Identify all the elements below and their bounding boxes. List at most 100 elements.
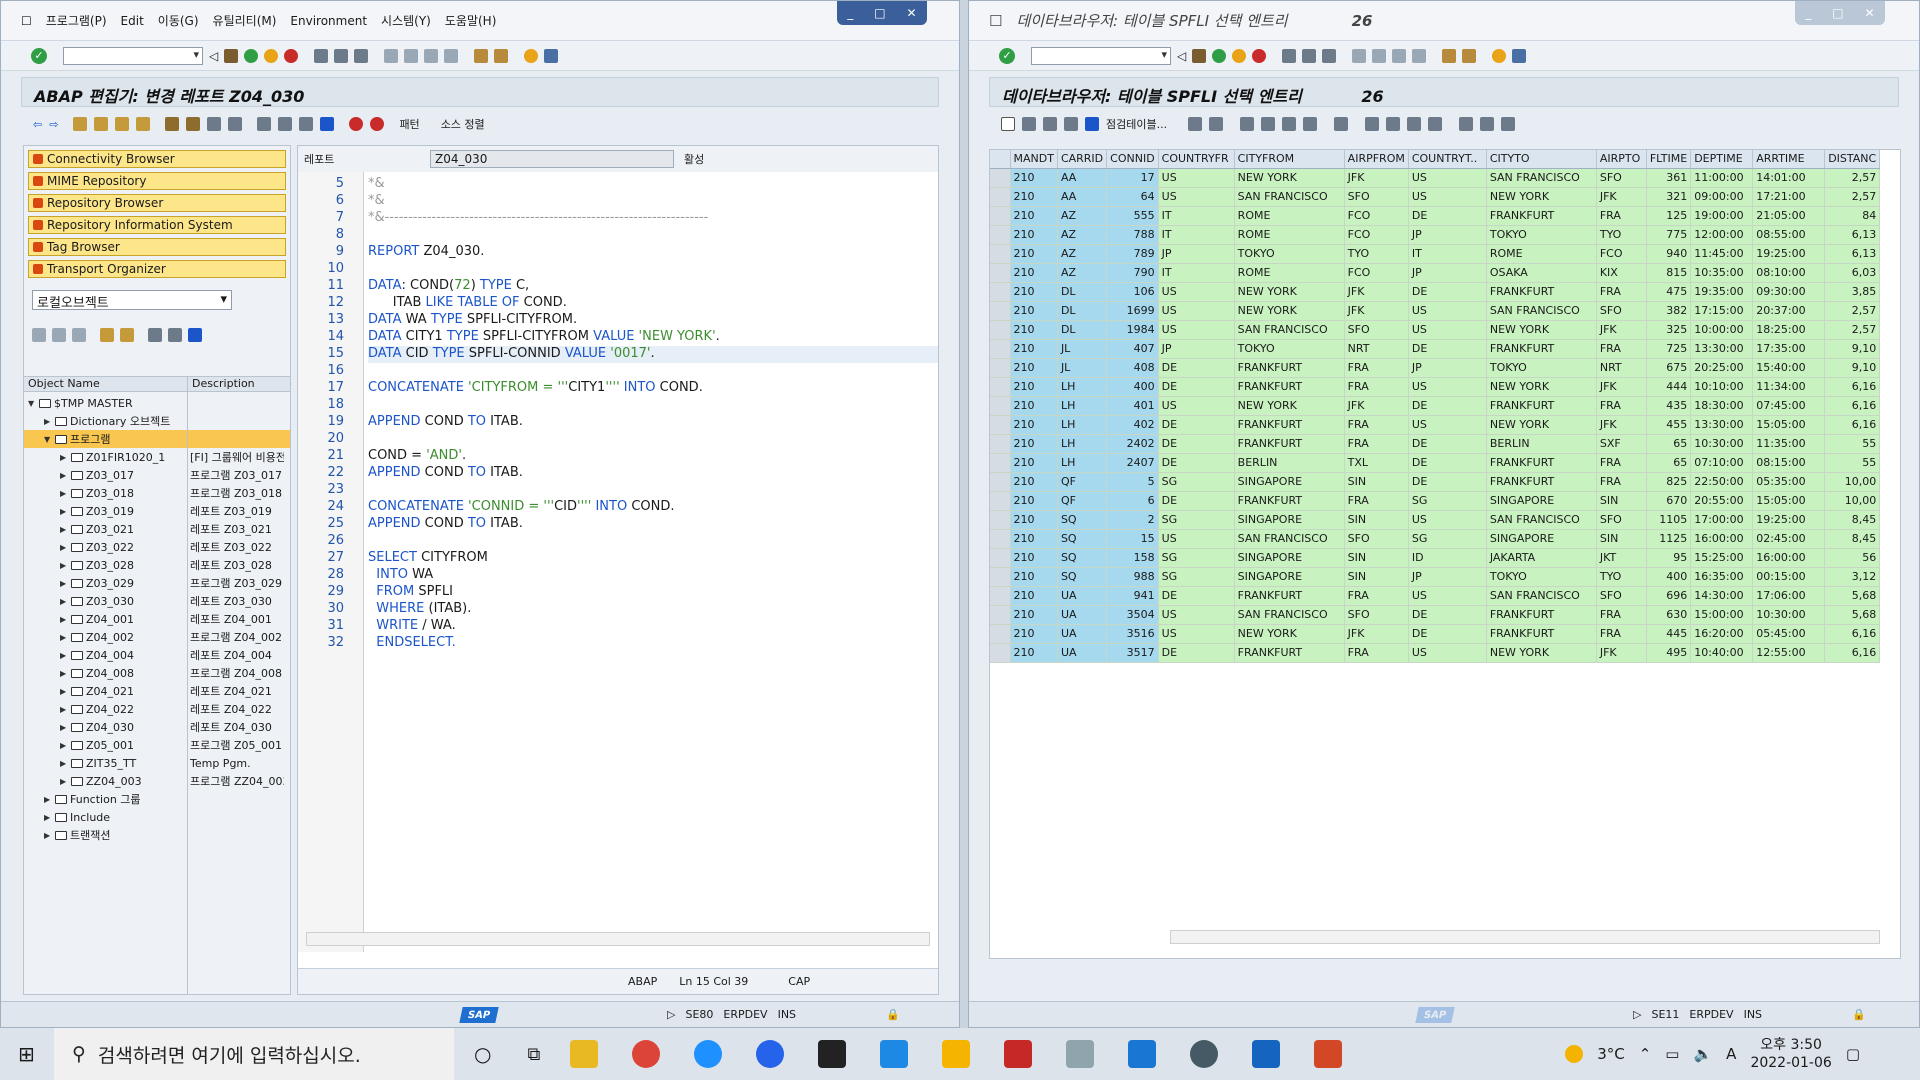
tree-node[interactable]: ▶ ZIT35_TT Temp Pgm. (24, 754, 290, 772)
expand-arrow-icon[interactable]: ▶ (60, 777, 68, 786)
settings-icon[interactable] (1190, 1040, 1219, 1068)
row-selector[interactable] (990, 472, 1011, 492)
expand-arrow-icon[interactable]: ▶ (60, 705, 68, 714)
code-line[interactable]: 31 WRITE / WA. (327, 618, 938, 635)
row-selector[interactable] (990, 244, 1011, 264)
filter-icon[interactable] (1282, 117, 1297, 131)
table-row[interactable]: 210 AA 64 US SAN FRANCISCO SFO US NEW YORK JFK 32… (990, 187, 1881, 207)
row-selector[interactable] (990, 548, 1011, 568)
print-icon[interactable] (1282, 48, 1297, 63)
expand-arrow-icon[interactable]: ▶ (60, 597, 68, 606)
table-row[interactable]: 210 UA 3516 US NEW YORK JFK DE FRANKFURT FRA 445 1… (990, 624, 1881, 644)
hierarchy-view-icon[interactable] (148, 328, 162, 342)
file-explorer-icon[interactable] (570, 1040, 599, 1068)
task-view-icon[interactable]: ⧉ (527, 1044, 540, 1065)
code-line[interactable]: 16 (327, 363, 938, 380)
tree-node[interactable]: ▶ Z04_030 레포트 Z04_030 (24, 718, 290, 736)
row-selector[interactable] (990, 168, 1011, 188)
nav-transport-organizer[interactable]: Transport Organizer (28, 260, 286, 278)
status-expand-icon[interactable]: ▷ (667, 1008, 675, 1021)
tree-node[interactable]: ▶ Z03_022 레포트 Z03_022 (24, 538, 290, 556)
tree-node[interactable]: ▶ Z04_004 레포트 Z04_004 (24, 646, 290, 664)
code-line[interactable]: 26 (327, 533, 938, 550)
row-selector[interactable] (990, 396, 1011, 416)
table-row[interactable]: 210 LH 2407 DE BERLIN TXL DE FRANKFURT FRA 65 07:1… (990, 453, 1881, 473)
menu-item-program[interactable]: 프로그램(P) (46, 12, 107, 29)
save-icon[interactable] (224, 48, 239, 63)
code-line[interactable]: 13 DATA WA TYPE SPFLI-CITYFROM. (327, 312, 938, 329)
info-icon[interactable] (320, 117, 335, 131)
enter-icon[interactable]: ✓ (999, 47, 1015, 64)
enter-icon[interactable]: ✓ (31, 47, 47, 64)
row-selector[interactable] (990, 605, 1011, 625)
first-page-icon[interactable] (1352, 48, 1367, 63)
refresh-icon[interactable] (188, 328, 202, 342)
tree-node[interactable]: ▶ Z03_029 프로그램 Z03_029 (24, 574, 290, 592)
editor-horizontal-scrollbar[interactable] (306, 932, 930, 946)
sticky-notes-icon[interactable] (818, 1040, 847, 1068)
table-row[interactable]: 210 QF 5 SG SINGAPORE SIN DE FRANKFURT FRA 825 22:… (990, 472, 1881, 492)
row-selector[interactable] (990, 586, 1011, 606)
column-header[interactable]: COUNTRYFR (1158, 150, 1235, 169)
program-name-field[interactable]: Z04_030 (430, 150, 674, 168)
exit-icon[interactable] (264, 48, 279, 63)
tree-node[interactable]: ▶ 트랜잭션 (24, 826, 290, 844)
code-line[interactable]: 20 (327, 431, 938, 448)
arrow-left-icon[interactable]: ⇦ (33, 118, 42, 131)
code-line[interactable]: 29 FROM SPFLI (327, 584, 938, 601)
grid-horizontal-scrollbar[interactable] (1170, 930, 1880, 944)
cortana-icon[interactable]: ○ (474, 1042, 491, 1066)
cancel-icon[interactable] (284, 48, 299, 63)
internet-explorer-icon[interactable] (694, 1040, 723, 1068)
code-line[interactable]: 32 ENDSELECT. (327, 635, 938, 652)
row-selector[interactable] (990, 529, 1011, 549)
tree-forward-icon[interactable] (52, 328, 66, 342)
first-page-icon[interactable] (384, 48, 399, 63)
table-row[interactable]: 210 AZ 789 JP TOKYO TYO IT ROME FCO 940 11:45:00 19… (990, 244, 1881, 264)
column-header-description[interactable]: Description (188, 377, 255, 391)
shortcut-icon[interactable] (1462, 48, 1477, 63)
row-selector[interactable] (990, 263, 1011, 283)
last-page-icon[interactable] (1412, 48, 1427, 63)
row-selector[interactable] (990, 491, 1011, 511)
security-icon[interactable] (1004, 1040, 1033, 1068)
command-field[interactable] (63, 46, 203, 65)
row-selector[interactable] (990, 206, 1011, 226)
command-field[interactable] (1031, 46, 1171, 65)
code-line[interactable]: 30 WHERE (ITAB). (327, 601, 938, 618)
expand-arrow-icon[interactable]: ▶ (60, 525, 68, 534)
collapse-icon[interactable] (100, 328, 114, 342)
tree-node[interactable]: ▶ Z04_002 프로그램 Z04_002 (24, 628, 290, 646)
last-page-icon[interactable] (444, 48, 459, 63)
new-entry-icon[interactable] (1001, 117, 1015, 131)
collapse-arrow-icon[interactable]: ▼ (44, 435, 52, 444)
table-row[interactable]: 210 LH 401 US NEW YORK JFK DE FRANKFURT FRA 435 18… (990, 396, 1881, 416)
cancel-icon[interactable] (1252, 48, 1267, 63)
tree-node[interactable]: ▶ ZZ04_003 프로그램 ZZ04_003 (24, 772, 290, 790)
menu-item-edit[interactable]: Edit (121, 14, 144, 28)
expand-arrow-icon[interactable]: ▶ (60, 651, 68, 660)
expand-arrow-icon[interactable]: ▶ (60, 633, 68, 642)
table-row[interactable]: 210 UA 941 DE FRANKFURT FRA US SAN FRANCISCO SFO… (990, 586, 1881, 606)
tree-node[interactable]: ▶ Z04_008 프로그램 Z04_008 (24, 664, 290, 682)
new-session-icon[interactable] (474, 48, 489, 63)
tree-node[interactable]: ▶ Z03_030 레포트 Z03_030 (24, 592, 290, 610)
column-header[interactable]: MANDT (1010, 150, 1058, 169)
table-row[interactable]: 210 SQ 2 SG SINGAPORE SIN US SAN FRANCISCO SFO 11… (990, 510, 1881, 530)
row-selector[interactable] (990, 282, 1011, 302)
close-icon[interactable]: ✕ (1864, 6, 1874, 20)
notification-icon[interactable]: ▢ (1846, 1045, 1860, 1063)
tool-icon[interactable] (1066, 1040, 1095, 1068)
maximize-icon[interactable]: □ (874, 6, 885, 20)
code-line[interactable]: 5 *& (336, 176, 938, 193)
table-row[interactable]: 210 AA 17 US NEW YORK JFK US SAN FRANCISCO SFO 36… (990, 168, 1881, 188)
ime-indicator[interactable]: A (1726, 1045, 1736, 1063)
table-row[interactable]: 210 AZ 790 IT ROME FCO JP OSAKA KIX 815 10:35:00 08… (990, 263, 1881, 283)
code-area[interactable]: 5 *& 6 *& 7 *&-------------------------------… (327, 176, 938, 652)
table-row[interactable]: 210 DL 106 US NEW YORK JFK DE FRANKFURT FRA 475 19… (990, 282, 1881, 302)
pattern-button[interactable]: 패턴 (399, 116, 419, 132)
tree-node[interactable]: ▶ Z03_019 레포트 Z03_019 (24, 502, 290, 520)
nav-connectivity-browser[interactable]: Connectivity Browser (28, 150, 286, 168)
clock[interactable]: 오후 3:50 2022-01-06 (1750, 1036, 1831, 1072)
table-row[interactable]: 210 LH 2402 DE FRANKFURT FRA DE BERLIN SXF 65 10:3… (990, 434, 1881, 454)
